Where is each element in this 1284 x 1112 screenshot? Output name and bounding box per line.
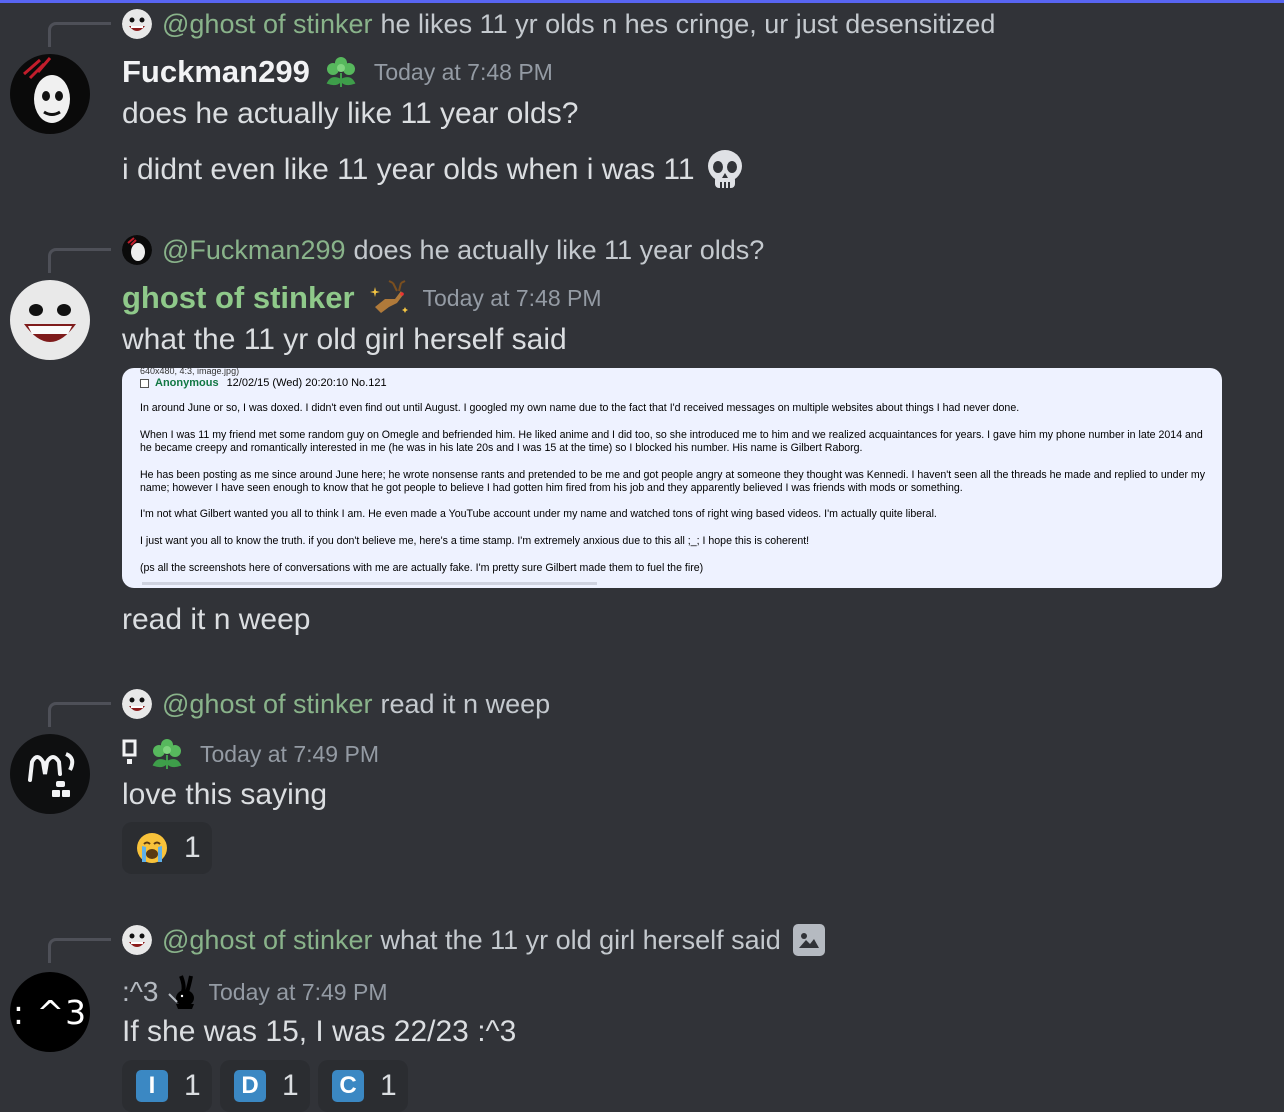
reply-mention[interactable]: @Fuckman299 <box>162 235 346 266</box>
reaction-count: 1 <box>282 1069 299 1102</box>
ghost-avatar-icon <box>10 280 90 360</box>
skull-emoji-icon <box>707 150 742 188</box>
reaction-button[interactable]: 1 <box>122 822 212 874</box>
loudly-crying-face-icon <box>136 832 168 864</box>
avatar-text: : ^3 <box>12 992 88 1032</box>
regional-indicator-c-icon: C <box>332 1070 364 1102</box>
avatar[interactable]: : ^3 <box>10 972 90 1052</box>
message-text: i didnt even like 11 year olds when i wa… <box>122 153 695 186</box>
reply-spine <box>48 22 111 47</box>
reply-text: he likes 11 yr olds n hes cringe, ur jus… <box>380 8 996 39</box>
reply-text: what the 11 yr old girl herself said <box>380 924 781 955</box>
ghost-avatar-mini-icon <box>122 9 152 39</box>
avatar[interactable] <box>10 734 90 814</box>
reaction-button[interactable]: C 1 <box>318 1060 408 1112</box>
reply-mention[interactable]: @ghost of stinker <box>162 689 373 720</box>
post-paragraph: I just want you all to know the truth. i… <box>140 535 810 547</box>
reaction-count: 1 <box>380 1069 397 1102</box>
username[interactable]: Fuckman299 <box>122 54 310 90</box>
post-paragraph: When I was 11 my friend met some random … <box>140 429 1203 454</box>
reaction-button[interactable]: D 1 <box>220 1060 310 1112</box>
poster-name: Anonymous <box>155 377 219 389</box>
reply-preview[interactable]: @ghost of stinker read it n weep <box>122 687 550 721</box>
top-accent-bar <box>0 0 1284 4</box>
reply-preview[interactable]: @ghost of stinker what the 11 yr old gir… <box>122 923 825 957</box>
reply-spine <box>48 938 111 963</box>
post-paragraph: He has been posting as me since around J… <box>140 469 1206 494</box>
reply-preview[interactable]: @Fuckman299 does he actually like 11 yea… <box>122 233 764 267</box>
image-icon <box>792 924 825 956</box>
timestamp: Today at 7:49 PM <box>208 978 388 1005</box>
reply-text: read it n weep <box>380 688 551 719</box>
fuckman-avatar-icon <box>10 54 90 134</box>
playboy-bunny-badge-icon <box>167 975 194 1009</box>
message-header: Today at 7:49 PM <box>122 734 379 774</box>
reply-spine <box>48 702 111 727</box>
meme-face-avatar-icon <box>10 734 90 814</box>
reply-mention[interactable]: @ghost of stinker <box>162 9 373 40</box>
reply-text: does he actually like 11 year olds? <box>353 234 765 265</box>
post-checkbox <box>140 378 149 388</box>
post-paragraph: In around June or so, I was doxed. I did… <box>140 402 1020 414</box>
post-info: 12/02/15 (Wed) 20:20:10 No.121 <box>226 377 387 389</box>
message-content: what the 11 yr old girl herself said <box>122 323 567 356</box>
post-paragraph: I'm not what Gilbert wanted you all to t… <box>140 508 937 520</box>
reaction-button[interactable]: I 1 <box>122 1060 212 1112</box>
message-header: :^3 Today at 7:49 PM <box>122 972 388 1012</box>
message-content: i didnt even like 11 year olds when i wa… <box>122 148 747 192</box>
message-content: love this saying <box>122 778 328 811</box>
ghost-avatar-mini-icon <box>122 925 152 955</box>
message-content: does he actually like 11 year olds? <box>122 97 579 130</box>
post-header: Anonymous 12/02/15 (Wed) 20:20:10 No.121 <box>140 377 387 389</box>
sparkle-reindeer-badge-icon <box>369 280 408 313</box>
fuckman-avatar-mini-icon <box>122 235 152 265</box>
avatar[interactable] <box>10 54 90 134</box>
timestamp: Today at 7:48 PM <box>373 58 553 85</box>
reply-mention[interactable]: @ghost of stinker <box>162 925 373 956</box>
green-flower-badge-icon <box>326 57 356 87</box>
timestamp: Today at 7:49 PM <box>200 740 379 767</box>
green-flower-badge-icon <box>152 739 182 769</box>
avatar[interactable] <box>10 280 90 360</box>
message-header: ghost of stinker Today at 7:48 PM <box>122 278 602 318</box>
reply-preview[interactable]: @ghost of stinker he likes 11 yr olds n … <box>122 7 995 41</box>
post-paragraph: (ps all the screenshots here of conversa… <box>140 562 704 574</box>
regional-indicator-d-icon: D <box>234 1070 266 1102</box>
ghost-avatar-mini-icon <box>122 689 152 719</box>
message-header: Fuckman299 Today at 7:48 PM <box>122 52 553 92</box>
username[interactable]: :^3 <box>122 976 159 1008</box>
timestamp: Today at 7:48 PM <box>422 284 602 311</box>
message-content: read it n weep <box>122 603 311 636</box>
glyph-username-icon <box>122 739 137 764</box>
message-content: If she was 15, I was 22/23 :^3 <box>122 1015 517 1048</box>
reaction-count: 1 <box>184 1069 201 1102</box>
embed-scrollbar[interactable] <box>142 582 597 585</box>
regional-indicator-i-icon: I <box>136 1070 168 1102</box>
image-attachment[interactable]: 640x480, 4:3, image.jpg) Anonymous 12/02… <box>122 368 1222 588</box>
image-meta: 640x480, 4:3, image.jpg) <box>140 368 240 376</box>
username[interactable]: ghost of stinker <box>122 280 355 316</box>
reaction-count: 1 <box>184 831 201 864</box>
reply-spine <box>48 248 111 273</box>
